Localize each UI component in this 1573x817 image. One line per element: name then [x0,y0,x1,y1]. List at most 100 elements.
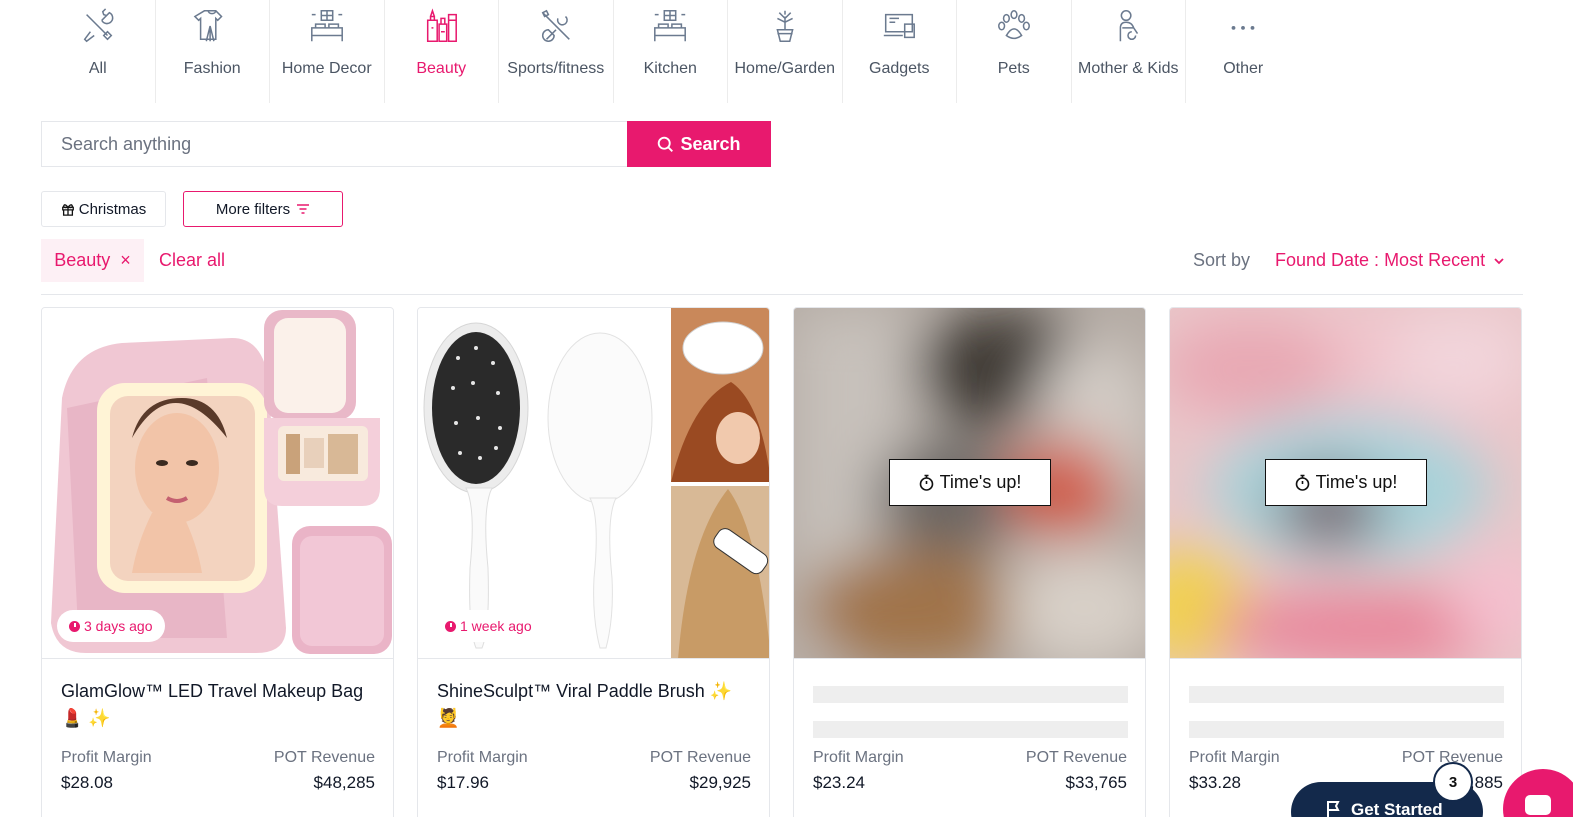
blurred-product-image: Time's up! [1170,308,1521,659]
clothes-icon [192,2,232,50]
profit-margin-value: $33.28 [1189,773,1241,792]
category-label: Kitchen [643,60,697,77]
product-title: GlamGlow™ LED Travel Makeup Bag 💄 ✨ [61,678,381,732]
category-kitchen[interactable]: Kitchen [614,0,728,103]
category-label: Other [1223,60,1264,77]
remove-filter-icon[interactable]: × [120,250,131,271]
flag-icon [1327,801,1340,817]
search-bar: Search [41,121,771,167]
category-home-decor[interactable]: Home Decor [270,0,385,103]
category-label: All [88,60,107,77]
cosmetics-icon [421,2,461,50]
title-skeleton [813,721,1128,738]
sports-icon [536,2,576,50]
category-label: Home Decor [281,60,372,77]
pot-revenue: POT Revenue $48,285 [274,749,375,793]
clock-icon [445,620,456,632]
sort-label: Sort by [1193,250,1251,270]
times-up-button[interactable]: Time's up! [1265,459,1427,506]
times-up-button[interactable]: Time's up! [889,459,1051,506]
category-label: Fashion [183,60,241,77]
category-mother-kids[interactable]: Mother & Kids [1072,0,1186,103]
christmas-filter-button[interactable]: Christmas [41,191,166,227]
category-all[interactable]: All [41,0,156,103]
paw-icon [994,2,1034,50]
mother-icon [1108,2,1148,50]
steps-count-badge: 3 [1433,762,1473,802]
category-label: Gadgets [869,60,930,77]
pot-revenue-label: POT Revenue [1025,749,1127,766]
product-metrics: Profit Margin $17.96 POT Revenue $29,925 [437,749,751,793]
found-age-badge: 3 days ago [57,610,165,642]
pot-revenue-label: POT Revenue [649,749,751,766]
sort-dropdown[interactable]: Found Date : Most Recent [1275,250,1505,271]
active-filter-label: Beauty [54,250,111,270]
blurred-product-image: Time's up! [794,308,1145,659]
pot-revenue-value: $48,285 [313,773,375,792]
pot-revenue-value: $33,765 [1065,773,1127,792]
search-button[interactable]: Search [627,121,771,167]
product-title-text: GlamGlow™ LED Travel Makeup Bag [61,681,364,701]
pot-revenue-label: POT Revenue [273,749,375,766]
product-image: 3 days ago [42,308,393,659]
category-label: Home/Garden [734,60,836,77]
profit-margin: Profit Margin $33.28 [1189,749,1280,793]
category-label: Pets [997,60,1030,77]
filter-lines-icon [297,204,310,214]
profit-margin-label: Profit Margin [61,749,152,766]
plant-icon [765,2,805,50]
category-other[interactable]: Other [1186,0,1301,103]
product-card-locked[interactable]: Time's up! Profit Margin $23.24 POT Reve… [793,307,1146,817]
category-beauty[interactable]: Beauty [385,0,499,103]
category-home-garden[interactable]: Home/Garden [728,0,843,103]
profit-margin-label: Profit Margin [813,749,904,766]
category-sports-fitness[interactable]: Sports/fitness [499,0,614,103]
product-emoji: 💆 [437,708,460,728]
pot-revenue-value: $29,925 [689,773,751,792]
search-button-label: Search [680,133,741,154]
profit-margin: Profit Margin $23.24 [813,749,904,793]
product-card-locked[interactable]: Time's up! Profit Margin $33.28 POT Reve… [1169,307,1522,817]
title-skeleton [1189,721,1504,738]
category-pets[interactable]: Pets [957,0,1072,103]
gift-icon [61,204,74,216]
profit-margin: Profit Margin $28.08 [61,749,152,793]
christmas-label: Christmas [78,200,147,218]
found-age-badge: 1 week ago [433,610,544,642]
product-card[interactable]: 3 days ago GlamGlow™ LED Travel Makeup B… [41,307,394,817]
title-skeleton [1189,686,1504,703]
profit-margin: Profit Margin $17.96 [437,749,528,793]
bedroom-icon [307,2,347,50]
pot-revenue: POT Revenue $29,925 [650,749,751,793]
stopwatch-icon [919,474,933,491]
product-title: ShineSculpt™ Viral Paddle Brush ✨ 💆 [437,678,757,732]
category-label: Mother & Kids [1078,60,1179,77]
search-icon [658,136,674,152]
product-card[interactable]: 1 week ago ShineSculpt™ Viral Paddle Bru… [417,307,770,817]
product-emoji: 💄 ✨ [61,708,111,728]
clock-icon [69,620,80,632]
devices-icon [879,2,919,50]
search-input[interactable] [41,121,627,167]
clear-all-link[interactable]: Clear all [159,250,225,271]
active-filter-tag: Beauty × [41,239,144,282]
sort-value: Found Date : Most Recent [1275,250,1486,270]
found-age: 3 days ago [84,618,153,634]
category-label: Sports/fitness [507,60,605,77]
chevron-down-icon [1494,257,1504,264]
more-filters-label: More filters [215,200,291,218]
profit-margin-value: $23.24 [813,773,865,792]
tools-icon [78,2,118,50]
more-filters-button[interactable]: More filters [183,191,343,227]
profit-margin-label: Profit Margin [1189,749,1280,766]
chat-icon [1525,795,1551,815]
profit-margin-label: Profit Margin [437,749,528,766]
divider [41,294,1523,295]
product-image: 1 week ago [418,308,769,659]
stopwatch-icon [1295,474,1309,491]
more-dots-icon [1223,2,1263,50]
category-fashion[interactable]: Fashion [156,0,270,103]
category-gadgets[interactable]: Gadgets [843,0,957,103]
get-started-label: Get Started [1351,800,1443,817]
category-label: Beauty [416,60,467,77]
